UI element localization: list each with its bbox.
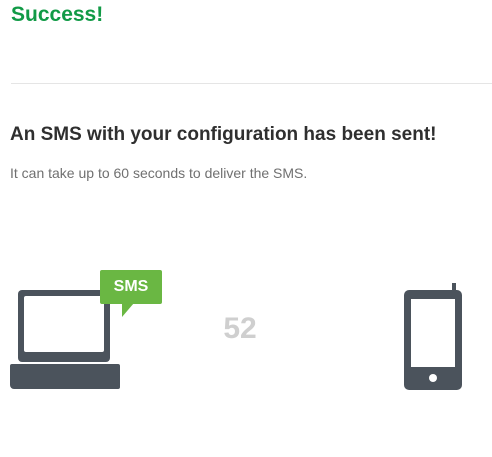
divider (11, 83, 492, 84)
phone-icon (404, 283, 462, 390)
sms-sent-heading: An SMS with your configuration has been … (10, 124, 437, 145)
sms-bubble-label: SMS (113, 278, 149, 295)
delivery-note: It can take up to 60 seconds to deliver … (10, 165, 308, 181)
countdown-timer: 52 (223, 312, 257, 345)
success-title: Success! (11, 3, 104, 26)
